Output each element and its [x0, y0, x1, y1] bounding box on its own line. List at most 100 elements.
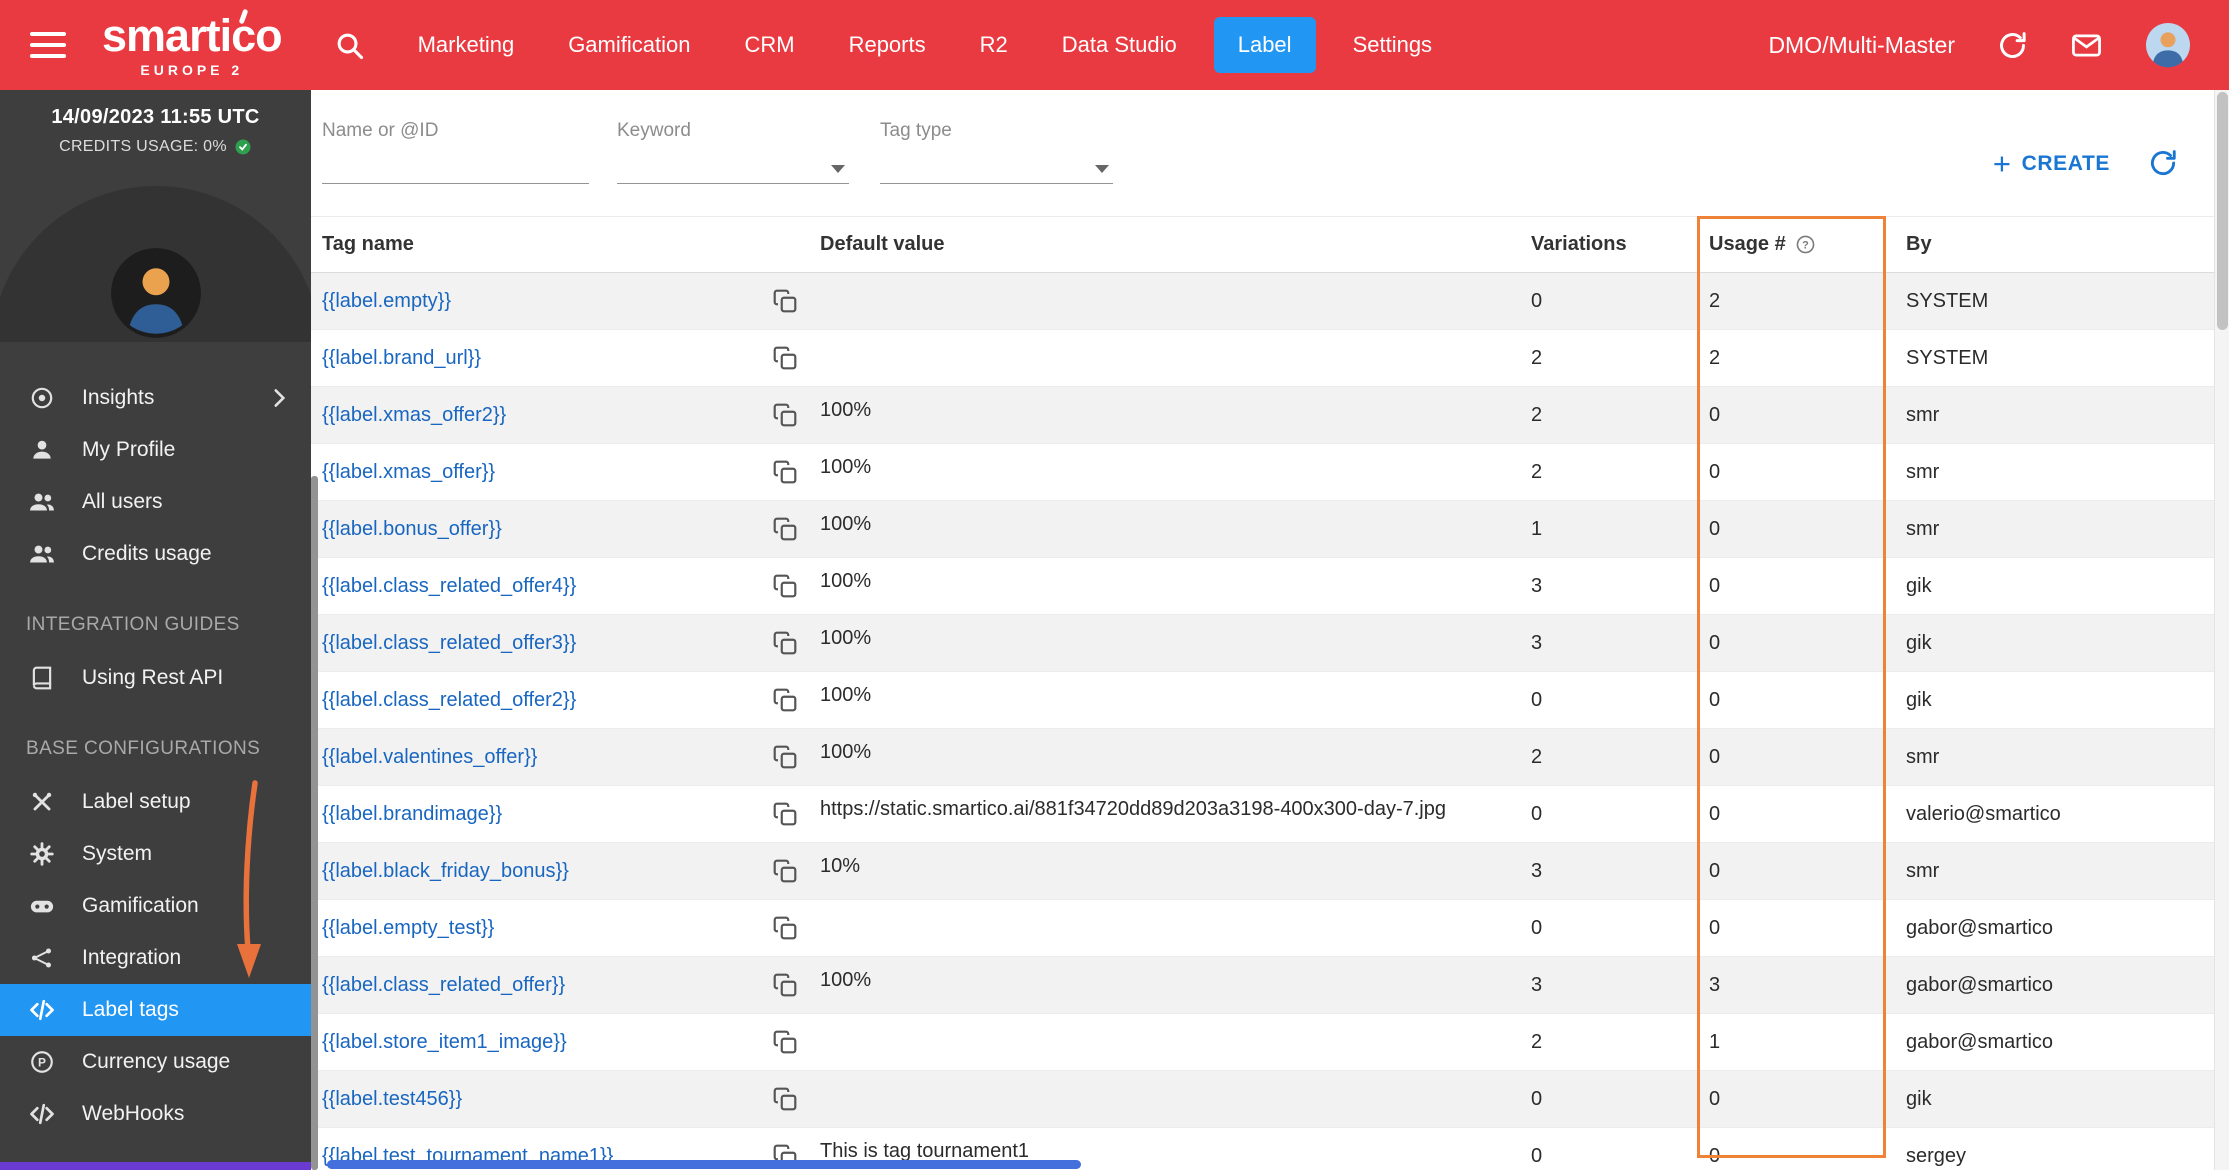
account-switcher[interactable]: DMO/Multi-Master — [1768, 32, 1955, 59]
sidebar-item-label: Gamification — [82, 894, 199, 917]
usage-cell: 0 — [1709, 403, 1721, 426]
copy-icon[interactable] — [772, 516, 798, 542]
copy-icon[interactable] — [772, 801, 798, 827]
tag-name-link[interactable]: {{label.valentines_offer}} — [322, 746, 537, 769]
name-filter-input[interactable]: Name or @ID — [322, 120, 589, 184]
nav-item-reports[interactable]: Reports — [849, 17, 926, 73]
credits-ok-icon — [234, 138, 252, 156]
copy-icon[interactable] — [772, 288, 798, 314]
vertical-scrollbar[interactable] — [2214, 90, 2229, 1170]
sidebar-item-label-setup[interactable]: Label setup — [0, 776, 311, 828]
keyword-filter-select[interactable]: Keyword — [617, 120, 849, 184]
nav-item-data-studio[interactable]: Data Studio — [1062, 17, 1177, 73]
column-header-variations[interactable]: Variations — [1531, 233, 1709, 256]
sidebar: 14/09/2023 11:55 UTC CREDITS USAGE: 0% I… — [0, 90, 311, 1170]
column-header-tag-name[interactable]: Tag name — [322, 233, 820, 256]
dropdown-arrow-icon[interactable] — [1095, 165, 1109, 173]
table-row: {{label.xmas_offer2}} 100% 2 0 smr — [311, 387, 2214, 444]
column-header-default-value[interactable]: Default value — [820, 233, 1531, 256]
tag-name-link[interactable]: {{label.empty_test}} — [322, 917, 494, 940]
tag-name-link[interactable]: {{label.class_related_offer}} — [322, 974, 565, 997]
column-header-by[interactable]: By — [1906, 233, 2214, 256]
variations-cell: 2 — [1531, 460, 1543, 483]
copy-icon[interactable] — [772, 1086, 798, 1112]
sidebar-item-webhooks[interactable]: WebHooks — [0, 1088, 311, 1140]
copy-icon[interactable] — [772, 402, 798, 428]
tag-type-filter-select[interactable]: Tag type — [880, 120, 1113, 184]
copy-icon[interactable] — [772, 744, 798, 770]
copy-icon[interactable] — [772, 573, 798, 599]
sidebar-scrollbar[interactable] — [311, 476, 318, 1170]
copy-icon[interactable] — [772, 687, 798, 713]
sidebar-item-label-tags[interactable]: Label tags — [0, 984, 311, 1036]
by-cell: SYSTEM — [1906, 289, 1989, 312]
sidebar-item-label: Label tags — [82, 998, 179, 1021]
tag-name-link[interactable]: {{label.store_item1_image}} — [322, 1031, 567, 1054]
table-row: {{label.brandimage}} https://static.smart… — [311, 786, 2214, 843]
tag-name-link[interactable]: {{label.bonus_offer}} — [322, 518, 502, 541]
dropdown-arrow-icon[interactable] — [831, 165, 845, 173]
tag-name-link[interactable]: {{label.brand_url}} — [322, 347, 481, 370]
sidebar-item-my-profile[interactable]: My Profile — [0, 424, 311, 476]
nav-item-marketing[interactable]: Marketing — [418, 17, 515, 73]
tag-name-link[interactable]: {{label.class_related_offer4}} — [322, 575, 576, 598]
table-row: {{label.bonus_offer}} 100% 1 0 smr — [311, 501, 2214, 558]
help-icon[interactable]: ? — [1795, 234, 1816, 255]
tag-name-link[interactable]: {{label.test456}} — [322, 1088, 462, 1111]
tag-name-link[interactable]: {{label.brandimage}} — [322, 803, 502, 826]
search-icon[interactable] — [334, 30, 365, 61]
copy-icon[interactable] — [772, 459, 798, 485]
sidebar-item-currency-usage[interactable]: P Currency usage — [0, 1036, 311, 1088]
copy-icon[interactable] — [772, 972, 798, 998]
table-refresh-icon[interactable] — [2148, 148, 2178, 178]
nav-item-r2[interactable]: R2 — [980, 17, 1008, 73]
by-cell: smr — [1906, 460, 1940, 483]
vertical-scrollbar-thumb[interactable] — [2217, 92, 2228, 330]
sidebar-item-system[interactable]: System — [0, 828, 311, 880]
column-header-usage[interactable]: Usage # ? — [1709, 233, 1906, 256]
default-value-cell — [820, 900, 1531, 918]
copy-icon[interactable] — [772, 858, 798, 884]
horizontal-scrollbar[interactable] — [327, 1160, 1081, 1169]
tag-name-link[interactable]: {{label.black_friday_bonus}} — [322, 860, 569, 883]
copy-icon[interactable] — [772, 345, 798, 371]
sidebar-item-insights[interactable]: Insights — [0, 372, 311, 424]
tag-name-link[interactable]: {{label.empty}} — [322, 290, 451, 313]
tag-name-link[interactable]: {{label.xmas_offer}} — [322, 461, 495, 484]
default-value-cell — [820, 330, 1531, 348]
sidebar-item-all-users[interactable]: All users — [0, 476, 311, 528]
hamburger-menu-icon[interactable] — [30, 32, 66, 58]
sidebar-item-credits-usage[interactable]: Credits usage — [0, 528, 311, 580]
tag-cell: {{label.class_related_offer2}} — [322, 687, 820, 713]
nav-item-settings[interactable]: Settings — [1353, 17, 1433, 73]
mail-icon[interactable] — [2070, 29, 2103, 62]
logo[interactable]: smartico EUROPE 2 — [102, 13, 283, 77]
sidebar-item-integration[interactable]: Integration — [0, 932, 311, 984]
tag-cell: {{label.class_related_offer}} — [322, 972, 820, 998]
tag-name-link[interactable]: {{label.class_related_offer3}} — [322, 632, 576, 655]
book-icon — [26, 665, 58, 691]
avatar[interactable] — [2145, 22, 2191, 68]
tag-name-link[interactable]: {{label.class_related_offer2}} — [322, 689, 576, 712]
tools-icon — [26, 789, 58, 815]
by-cell: sergey — [1906, 1144, 1967, 1167]
tag-name-link[interactable]: {{label.xmas_offer2}} — [322, 404, 506, 427]
variations-cell: 3 — [1531, 574, 1543, 597]
copy-icon[interactable] — [772, 630, 798, 656]
sidebar-avatar[interactable] — [110, 248, 201, 338]
variations-cell: 2 — [1531, 1030, 1543, 1053]
sidebar-item-gamification[interactable]: Gamification — [0, 880, 311, 932]
sidebar-item-using-rest-api[interactable]: Using Rest API — [0, 652, 311, 704]
copy-icon[interactable] — [772, 1029, 798, 1055]
table-row: {{label.valentines_offer}} 100% 2 0 smr — [311, 729, 2214, 786]
default-value-cell: 100% — [820, 570, 872, 592]
copy-icon[interactable] — [772, 915, 798, 941]
create-button[interactable]: + CREATE — [1993, 148, 2110, 179]
nav-item-gamification[interactable]: Gamification — [568, 17, 690, 73]
default-value-cell: 100% — [820, 399, 872, 421]
sidebar-item-label: WebHooks — [82, 1102, 185, 1125]
app: smartico EUROPE 2 Marketing Gamification C… — [0, 0, 2229, 1170]
refresh-icon[interactable] — [1997, 30, 2028, 61]
nav-item-label[interactable]: Label — [1213, 17, 1316, 73]
nav-item-crm[interactable]: CRM — [744, 17, 794, 73]
